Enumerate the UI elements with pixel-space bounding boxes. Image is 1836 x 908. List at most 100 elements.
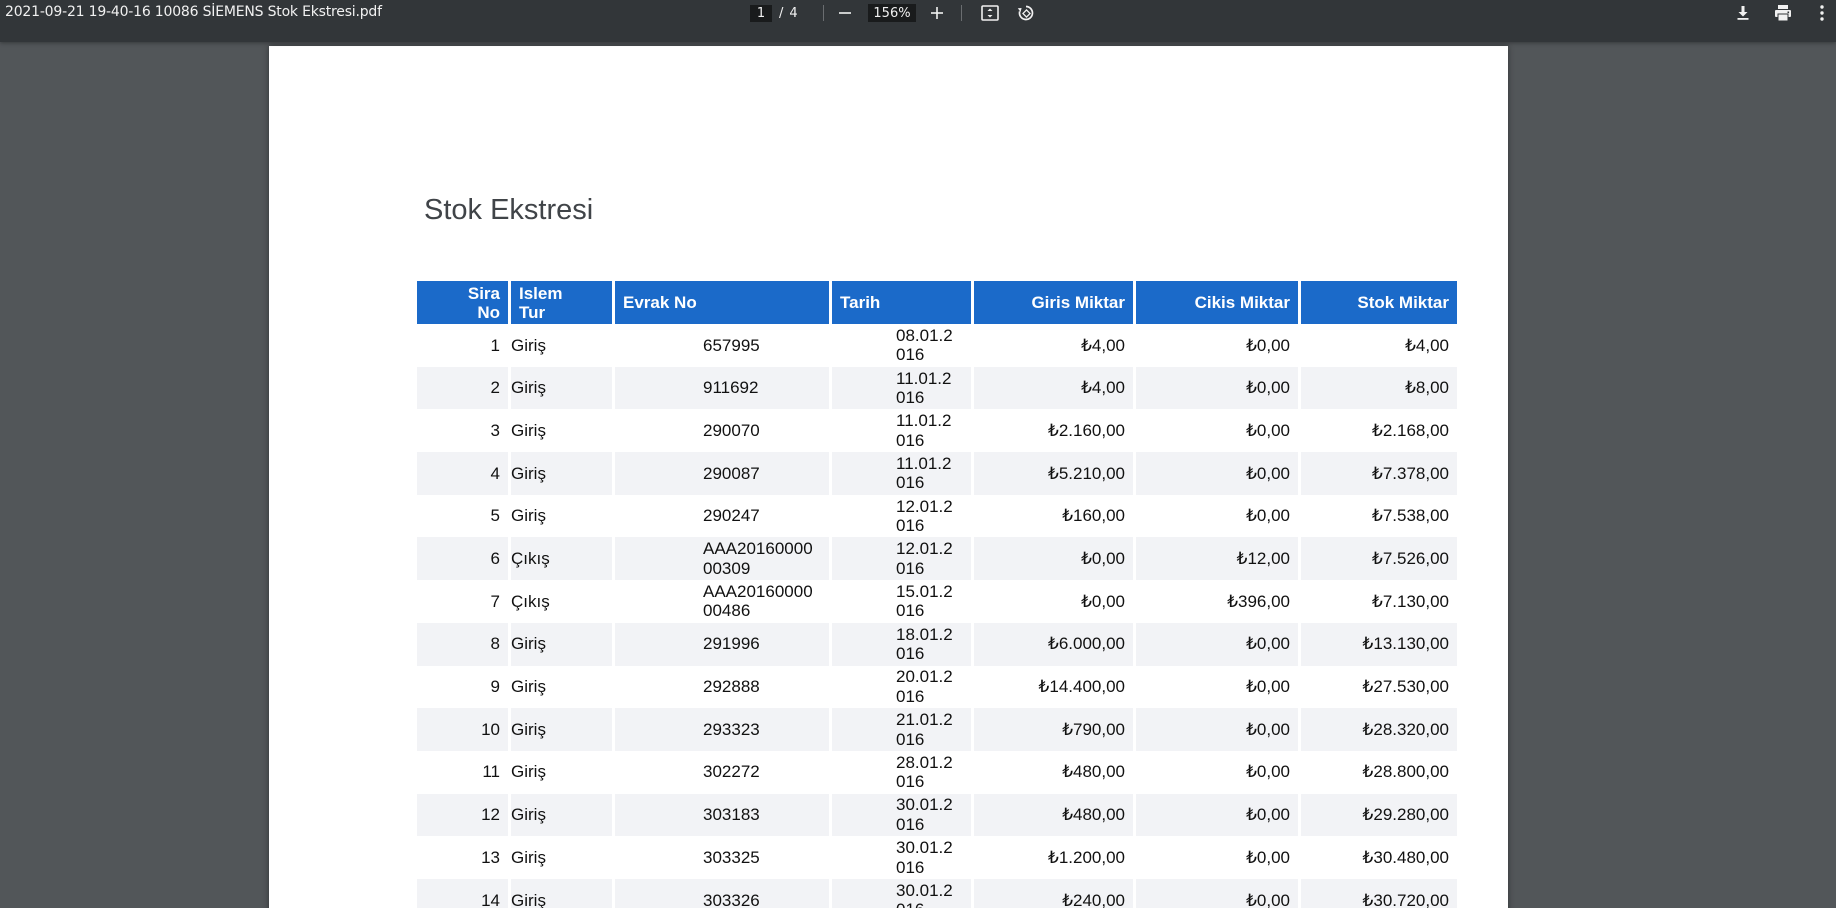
cell-evrak-no: 290087 (615, 452, 829, 495)
header-cikis-miktar: Cikis Miktar (1136, 281, 1298, 324)
more-actions-button[interactable] (1810, 1, 1834, 25)
table-row: 13 Giriş 303325 30.01.2016 ₺1.200,00 ₺0,00 ₺30… (417, 836, 1457, 879)
cell-sira-no: 6 (417, 537, 508, 581)
cell-tarih: 12.01.2016 (832, 537, 971, 581)
cell-islem-tur: Giriş (511, 452, 612, 495)
cell-stok-miktar: ₺28.800,00 (1362, 762, 1449, 782)
cell-stok-miktar: ₺29.280,00 (1301, 793, 1457, 837)
cell-sira-no: 3 (490, 420, 500, 440)
cell-tarih: 30.01.2016 (896, 838, 953, 877)
cell-sira-no: 8 (417, 622, 508, 666)
print-icon (1775, 5, 1791, 22)
cell-sira-no: 7 (490, 591, 500, 611)
cell-sira-no: 1 (490, 335, 500, 355)
plus-icon (931, 7, 943, 19)
zoom-out-button[interactable] (833, 1, 857, 25)
cell-islem-tur: Giriş (511, 793, 612, 837)
table-row: 2 Giriş 911692 11.01.2016 ₺4,00 ₺0,00 ₺8,00 (417, 366, 1457, 410)
cell-stok-miktar: ₺2.168,00 (1372, 420, 1449, 440)
cell-islem-tur: Giriş (511, 335, 546, 355)
cell-evrak-no: 290247 (703, 506, 760, 526)
cell-cikis-miktar: ₺0,00 (1246, 506, 1290, 526)
cell-cikis-miktar: ₺0,00 (1136, 366, 1298, 410)
zoom-level-input[interactable] (868, 4, 916, 22)
cell-cikis-miktar: ₺12,00 (1136, 537, 1298, 581)
cell-evrak-no: AAA2016000000309 (615, 537, 829, 581)
cell-cikis-miktar: ₺396,00 (1227, 591, 1290, 611)
cell-tarih: 12.01.2016 (896, 496, 953, 536)
cell-islem-tur: Giriş (511, 506, 546, 526)
cell-cikis-miktar: ₺0,00 (1246, 847, 1290, 867)
cell-tarih: 20.01.2016 (896, 667, 953, 706)
cell-giris-miktar: ₺6.000,00 (974, 622, 1133, 666)
cell-cikis-miktar: ₺0,00 (1136, 878, 1298, 908)
cell-cikis-miktar: ₺0,00 (1246, 335, 1290, 355)
table-row: 10 Giriş 293323 21.01.2016 ₺790,00 ₺0,00 ₺28.3… (417, 708, 1457, 751)
cell-evrak-no: 292888 (703, 677, 760, 697)
header-giris-miktar: Giris Miktar (974, 281, 1133, 324)
cell-stok-miktar: ₺7.378,00 (1301, 452, 1457, 495)
cell-sira-no: 2 (417, 366, 508, 410)
rotate-icon (1017, 5, 1034, 21)
table-row: 7 Çıkış AAA2016000000486 15.01.2016 ₺0,00 ₺39… (417, 580, 1457, 623)
table-row: 9 Giriş 292888 20.01.2016 ₺14.400,00 ₺0,00 ₺27… (417, 666, 1457, 709)
cell-islem-tur: Çıkış (511, 591, 550, 611)
table-row: 6 Çıkış AAA2016000000309 12.01.2016 ₺0,00 ₺12… (417, 537, 1457, 581)
cell-giris-miktar: ₺480,00 (974, 793, 1133, 837)
table-row: 1 Giriş 657995 08.01.2016 ₺4,00 ₺0,00 ₺4,00 (417, 324, 1457, 367)
cell-cikis-miktar: ₺0,00 (1246, 420, 1290, 440)
cell-evrak-no: AAA2016000000486 (703, 581, 813, 621)
stock-table: Sira No Islem Tur Evrak No Tarih Giris M… (414, 281, 1460, 908)
download-button[interactable] (1731, 1, 1755, 25)
cell-stok-miktar: ₺30.480,00 (1362, 847, 1449, 867)
cell-giris-miktar: ₺4,00 (1081, 335, 1125, 355)
current-page-input[interactable] (750, 4, 772, 22)
cell-evrak-no: 293323 (615, 708, 829, 751)
cell-sira-no: 14 (417, 878, 508, 908)
total-pages: 4 (789, 5, 798, 21)
cell-tarih: 08.01.2016 (896, 325, 953, 365)
cell-stok-miktar: ₺27.530,00 (1362, 677, 1449, 697)
cell-giris-miktar: ₺2.160,00 (1048, 420, 1125, 440)
table-row: 5 Giriş 290247 12.01.2016 ₺160,00 ₺0,00 ₺7.538… (417, 495, 1457, 538)
cell-evrak-no: 303325 (703, 847, 760, 867)
cell-stok-miktar: ₺7.526,00 (1301, 537, 1457, 581)
table-row: 12 Giriş 303183 30.01.2016 ₺480,00 ₺0,00 ₺29.2… (417, 793, 1457, 837)
document-title: 2021-09-21 19-40-16 10086 SİEMENS Stok E… (5, 4, 382, 20)
cell-sira-no: 10 (417, 708, 508, 751)
cell-giris-miktar: ₺1.200,00 (1048, 847, 1125, 867)
document-heading: Stok Ekstresi (424, 194, 594, 226)
cell-evrak-no: 303326 (615, 878, 829, 908)
table-header-row: Sira No Islem Tur Evrak No Tarih Giris M… (417, 281, 1457, 324)
toolbar-divider (823, 5, 824, 21)
toolbar-divider (961, 5, 962, 21)
cell-stok-miktar: ₺7.130,00 (1372, 591, 1449, 611)
zoom-in-button[interactable] (925, 1, 949, 25)
cell-stok-miktar: ₺4,00 (1405, 335, 1449, 355)
cell-giris-miktar: ₺160,00 (1062, 506, 1125, 526)
page-navigation: / 4 (750, 4, 798, 22)
cell-islem-tur: Giriş (511, 762, 546, 782)
cell-evrak-no: 657995 (703, 335, 760, 355)
table-row: 8 Giriş 291996 18.01.2016 ₺6.000,00 ₺0,00 ₺13.… (417, 622, 1457, 666)
cell-sira-no: 4 (417, 452, 508, 495)
header-islem-tur: Islem Tur (511, 281, 612, 324)
rotate-button[interactable] (1014, 1, 1038, 25)
cell-cikis-miktar: ₺0,00 (1246, 762, 1290, 782)
header-sira-no: Sira No (417, 281, 508, 324)
cell-islem-tur: Giriş (511, 677, 546, 697)
cell-giris-miktar: ₺240,00 (974, 878, 1133, 908)
print-button[interactable] (1771, 1, 1795, 25)
header-stok-miktar: Stok Miktar (1301, 281, 1457, 324)
minus-icon (839, 12, 851, 14)
cell-evrak-no: 302272 (703, 762, 760, 782)
page-separator: / (779, 5, 784, 21)
download-icon (1737, 6, 1749, 20)
fit-page-button[interactable] (978, 1, 1002, 25)
header-evrak-no: Evrak No (615, 281, 829, 324)
cell-sira-no: 9 (490, 677, 500, 697)
cell-islem-tur: Giriş (511, 366, 612, 410)
cell-tarih: 30.01.2016 (832, 878, 971, 908)
cell-islem-tur: Çıkış (511, 537, 612, 581)
cell-tarih: 11.01.2016 (832, 366, 971, 410)
